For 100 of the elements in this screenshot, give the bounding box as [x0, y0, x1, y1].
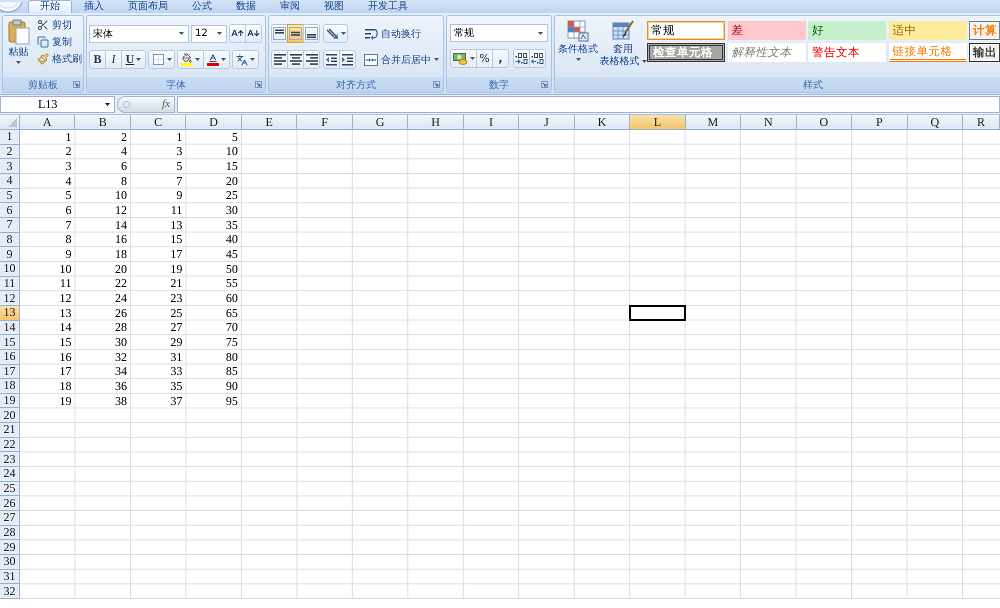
column-header[interactable]: I [464, 115, 520, 130]
office-button-icon[interactable] [0, 2, 24, 13]
insert-function-button[interactable]: fx [162, 98, 170, 111]
cell-style-swatch[interactable]: 输出 [969, 43, 1000, 62]
row-header[interactable]: 29 [0, 540, 20, 556]
column-header[interactable]: A [20, 115, 76, 130]
row-header[interactable]: 30 [0, 555, 20, 570]
formula-input[interactable] [177, 96, 1000, 113]
align-bottom-button[interactable] [303, 24, 320, 43]
row-header[interactable]: 22 [0, 438, 20, 452]
row-header[interactable]: 19 [0, 394, 20, 408]
row-header[interactable]: 13 [0, 306, 20, 321]
column-header[interactable]: G [352, 115, 408, 130]
row-header[interactable]: 11 [0, 276, 20, 292]
align-center-button[interactable] [287, 50, 304, 69]
ribbon-tab[interactable]: 开始 [28, 0, 72, 13]
cell-style-swatch[interactable]: 差 [728, 21, 806, 40]
row-header[interactable]: 7 [0, 218, 20, 233]
shrink-font-button[interactable] [245, 24, 262, 43]
orientation-button[interactable] [323, 24, 348, 43]
row-header[interactable]: 25 [0, 482, 20, 496]
percent-style-button[interactable]: % [476, 49, 493, 68]
conditional-formatting-button[interactable]: 条件格式 [557, 18, 599, 63]
align-middle-button[interactable] [287, 24, 304, 43]
phonetic-guide-button[interactable] [232, 50, 259, 69]
row-header[interactable]: 26 [0, 496, 20, 512]
bold-button[interactable]: B [89, 50, 106, 69]
ribbon-tab[interactable]: 视图 [312, 0, 356, 13]
row-header[interactable]: 24 [0, 467, 20, 482]
dialog-launcher-icon[interactable] [73, 81, 80, 88]
dialog-launcher-icon[interactable] [541, 81, 548, 88]
grow-font-button[interactable] [229, 24, 246, 43]
row-header[interactable]: 18 [0, 379, 20, 394]
column-header[interactable]: O [796, 115, 852, 130]
row-header[interactable]: 32 [0, 584, 20, 599]
row-header[interactable]: 4 [0, 174, 20, 189]
row-header[interactable]: 9 [0, 247, 20, 262]
decrease-indent-button[interactable] [323, 50, 340, 69]
row-header[interactable]: 2 [0, 144, 20, 160]
name-box[interactable]: L13 [0, 96, 115, 113]
column-header[interactable]: L [630, 115, 686, 130]
underline-button[interactable]: U [121, 50, 146, 69]
cell-style-swatch[interactable]: 适中 [888, 21, 966, 40]
column-header[interactable]: N [741, 115, 797, 130]
row-header[interactable]: 20 [0, 408, 20, 424]
cell-style-swatch[interactable]: 警告文本 [808, 43, 886, 62]
row-header[interactable]: 10 [0, 262, 20, 277]
ribbon-tab[interactable]: 审阅 [268, 0, 312, 13]
italic-button[interactable]: I [105, 50, 122, 69]
cell-style-swatch[interactable]: 解释性文本 [728, 43, 806, 62]
column-header[interactable]: M [686, 115, 742, 130]
row-header[interactable]: 14 [0, 320, 20, 336]
cell-style-swatch[interactable]: 好 [808, 21, 886, 40]
ribbon-tab[interactable]: 公式 [180, 0, 224, 13]
row-header[interactable]: 12 [0, 291, 20, 306]
row-header[interactable]: 8 [0, 232, 20, 248]
ribbon-tab[interactable]: 插入 [72, 0, 116, 13]
column-header[interactable]: R [963, 115, 1000, 130]
decrease-decimal-button[interactable] [529, 49, 546, 68]
increase-decimal-button[interactable] [513, 49, 530, 68]
format-painter-button[interactable]: 格式刷 [35, 51, 83, 67]
accounting-format-button[interactable] [450, 49, 477, 68]
row-header[interactable]: 6 [0, 203, 20, 218]
row-header[interactable]: 17 [0, 364, 20, 380]
align-right-button[interactable] [303, 50, 320, 69]
row-header[interactable]: 1 [0, 130, 20, 145]
font-size-dropdown[interactable]: 12 [191, 24, 227, 42]
cell-style-swatch[interactable]: 常规 [647, 21, 725, 40]
row-header[interactable]: 23 [0, 452, 20, 468]
dialog-launcher-icon[interactable] [433, 81, 440, 88]
row-header[interactable]: 15 [0, 335, 20, 350]
align-left-button[interactable] [271, 50, 288, 69]
column-header[interactable]: B [75, 115, 131, 130]
align-top-button[interactable] [271, 24, 288, 43]
merge-center-button[interactable]: 合并后居中 [362, 50, 441, 69]
row-header[interactable]: 28 [0, 526, 20, 540]
ribbon-tab[interactable]: 数据 [224, 0, 268, 13]
font-name-dropdown[interactable]: 宋体 [89, 24, 189, 42]
column-header[interactable]: D [186, 115, 242, 130]
column-header[interactable]: J [519, 115, 575, 130]
row-header[interactable]: 5 [0, 188, 20, 204]
column-header[interactable]: K [574, 115, 630, 130]
format-as-table-button[interactable]: 套用 表格格式 [599, 18, 647, 70]
comma-style-button[interactable]: , [492, 49, 509, 68]
dialog-launcher-icon[interactable] [255, 81, 262, 88]
row-header[interactable]: 21 [0, 423, 20, 438]
row-header[interactable]: 27 [0, 511, 20, 526]
column-header[interactable]: F [297, 115, 353, 130]
paste-button[interactable]: 粘贴 [5, 17, 32, 66]
fill-color-button[interactable] [177, 50, 204, 69]
ribbon-tab[interactable]: 页面布局 [116, 0, 180, 13]
row-header[interactable]: 16 [0, 350, 20, 364]
cut-button[interactable]: 剪切 [35, 17, 83, 33]
ribbon-tab[interactable]: 开发工具 [356, 0, 420, 13]
row-header[interactable]: 31 [0, 570, 20, 584]
column-header[interactable]: H [408, 115, 464, 130]
column-header[interactable]: E [242, 115, 298, 130]
number-format-dropdown[interactable]: 常规 [450, 24, 548, 42]
copy-button[interactable]: 复制 [35, 34, 83, 50]
font-color-button[interactable] [203, 50, 230, 69]
